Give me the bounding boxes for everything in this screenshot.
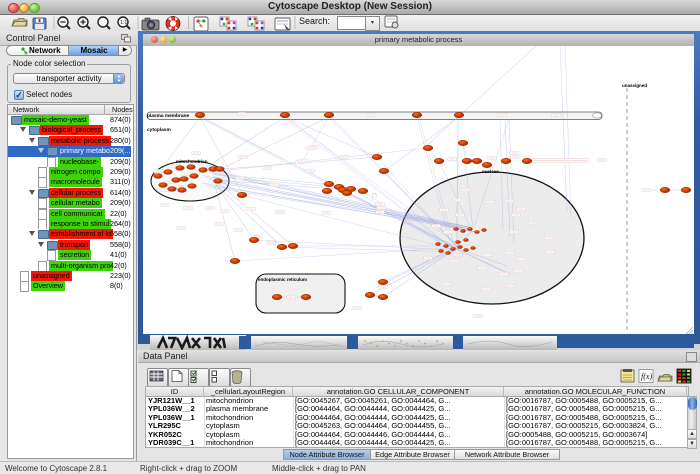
svg-text:plasma membrane: plasma membrane	[147, 113, 189, 119]
svg-text:nucleus: nucleus	[482, 169, 500, 174]
svg-text:endoplasmic reticulum: endoplasmic reticulum	[258, 277, 307, 282]
svg-text:unassigned: unassigned	[622, 83, 647, 88]
svg-text:mitochondrion: mitochondrion	[176, 159, 208, 164]
svg-text:cytoplasm: cytoplasm	[147, 127, 171, 133]
svg-text:f(x): f(x)	[641, 372, 652, 381]
svg-text:1:1: 1:1	[120, 20, 127, 26]
